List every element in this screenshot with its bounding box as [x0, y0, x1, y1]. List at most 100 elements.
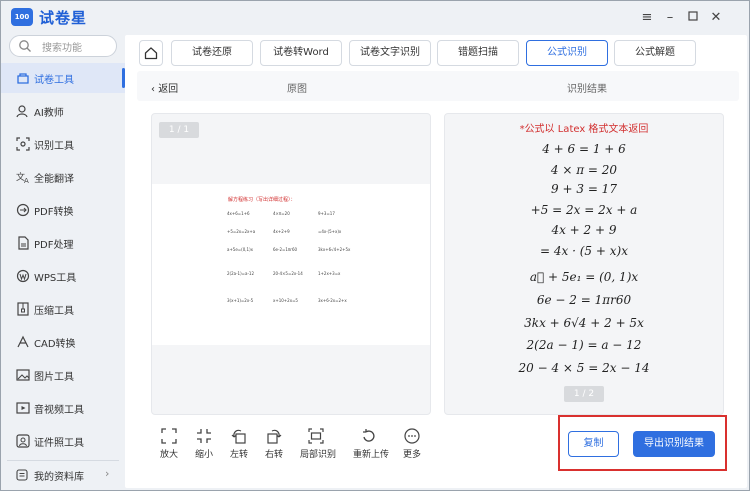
- document-equation: 9+3=17: [318, 211, 335, 216]
- minimize-window-icon[interactable]: –: [661, 9, 679, 27]
- document-equation: 1+2x+3=x: [318, 271, 341, 276]
- library-icon: [16, 469, 28, 481]
- search-placeholder: 搜索功能: [42, 43, 82, 54]
- sidebar-item-id-photo[interactable]: 证件照工具: [1, 426, 125, 456]
- sidebar-item-compress[interactable]: 压缩工具: [1, 294, 125, 324]
- close-window-icon[interactable]: ✕: [707, 9, 725, 27]
- back-button[interactable]: ‹ 返回: [151, 80, 178, 95]
- search-input[interactable]: 搜索功能: [9, 35, 117, 57]
- app-title: 试卷星: [39, 9, 88, 27]
- sidebar-item-label: 压缩工具: [34, 306, 74, 317]
- sidebar-item-label: AI教师: [34, 108, 64, 119]
- tab-formula-recognition[interactable]: 公式识别: [526, 40, 608, 66]
- search-icon: [19, 40, 31, 52]
- document-equation: +5=2x=2x+a: [227, 229, 256, 234]
- tool-label: 局部识别: [300, 450, 337, 460]
- sidebar-item-media[interactable]: 音视频工具: [1, 393, 125, 423]
- sidebar-item-label: PDF转换: [34, 207, 74, 218]
- wps-icon: [16, 269, 30, 283]
- reupload-button[interactable]: 重新上传: [353, 428, 389, 462]
- logo-text: 100: [14, 13, 30, 21]
- menu-icon[interactable]: ≡: [638, 9, 656, 27]
- tab-exam-text-recognition[interactable]: 试卷文字识别: [349, 40, 431, 66]
- app-window: 100 试卷星 ≡ – ✕ 搜索功能 试卷工具 AI教师 识别工具 文A 全能翻…: [0, 0, 750, 491]
- back-label: 返回: [158, 84, 179, 95]
- rotate-right-button[interactable]: 右转: [258, 428, 290, 462]
- translate-icon: 文A: [16, 171, 29, 184]
- sidebar-item-wps[interactable]: WPS工具: [1, 261, 125, 291]
- sidebar-item-label: 试卷工具: [34, 75, 74, 86]
- formula-item: 3kx + 6√4 + 2 + 5x: [524, 316, 644, 330]
- formula-item: 20 − 4 × 5 = 2x − 14: [518, 361, 650, 375]
- zoom-in-icon: [161, 428, 177, 444]
- formula-item: 4x + 2 + 9: [551, 223, 617, 237]
- more-icon: [404, 428, 420, 444]
- document-equation: 3x+6-2x=2+x: [318, 298, 347, 303]
- sidebar-item-label: 证件照工具: [34, 438, 84, 449]
- scan-icon: [16, 137, 30, 151]
- sidebar-divider: [7, 460, 119, 461]
- pdf-process-icon: [18, 236, 29, 250]
- formula-item: a⃗ + 5e₁ = (0, 1)x: [529, 270, 639, 284]
- recognition-result-label: 识别结果: [567, 84, 607, 95]
- formula-item: 6e − 2 = 1πr60: [536, 293, 632, 307]
- document-equation: 20-4×5=2x-14: [273, 271, 303, 276]
- document-equation: 3kx+6√4+2+5x: [318, 247, 351, 252]
- sidebar-item-exam-tools[interactable]: 试卷工具: [1, 63, 125, 93]
- sidebar-item-pdf-process[interactable]: PDF处理: [1, 228, 125, 258]
- more-button[interactable]: 更多: [396, 428, 428, 462]
- toolbox-icon: [17, 73, 29, 84]
- sidebar-item-recognition[interactable]: 识别工具: [1, 129, 125, 159]
- content-header: [137, 71, 739, 101]
- crop-icon: [308, 428, 324, 444]
- formula-item: 4 + 6 = 1 + 6: [542, 142, 626, 156]
- id-photo-icon: [16, 434, 30, 448]
- document-equation: 3(x+1)=2x-5: [227, 298, 254, 303]
- rotate-left-button[interactable]: 左转: [223, 428, 255, 462]
- original-image-label: 原图: [287, 84, 307, 95]
- library-label: 我的资料库: [34, 472, 84, 483]
- zoom-out-button[interactable]: 缩小: [188, 428, 220, 462]
- tool-label: 放大: [159, 450, 178, 460]
- title-bar: 100 试卷星 ≡ – ✕: [1, 1, 750, 35]
- sidebar-item-translate[interactable]: 文A 全能翻译: [1, 162, 125, 192]
- svg-text:A: A: [24, 177, 29, 184]
- rotate-right-icon: [267, 429, 282, 444]
- sidebar-item-cad[interactable]: CAD转换: [1, 327, 125, 357]
- rotate-left-icon: [231, 429, 246, 444]
- sidebar-item-ai-teacher[interactable]: AI教师: [1, 96, 125, 126]
- tool-label: 右转: [264, 450, 283, 460]
- sidebar-item-pdf-convert[interactable]: PDF转换: [1, 195, 125, 225]
- pdf-convert-icon: [16, 203, 30, 217]
- sidebar-my-library[interactable]: 我的资料库 ›: [1, 464, 125, 486]
- document-equation: 4x+6=1+6: [227, 211, 250, 216]
- latex-note: *公式以 Latex 格式文本返回: [519, 124, 649, 135]
- formula-item: = 4x · (5 + x)x: [540, 244, 628, 258]
- sidebar-item-label: PDF处理: [34, 240, 74, 251]
- original-page-indicator: 1 / 1: [159, 122, 199, 138]
- sidebar-item-label: 识别工具: [34, 141, 74, 152]
- document-equation: 6e-2=1πr60: [273, 247, 298, 252]
- cad-icon: [17, 335, 29, 348]
- sidebar-item-image[interactable]: 图片工具: [1, 360, 125, 390]
- tab-exam-restore[interactable]: 试卷还原: [171, 40, 253, 66]
- partial-recognition-button[interactable]: 局部识别: [300, 428, 337, 462]
- tab-wrong-question-scan[interactable]: 错题扫描: [437, 40, 519, 66]
- document-preview[interactable]: [152, 184, 430, 345]
- document-equation: x+10+2x=5: [273, 298, 298, 303]
- formula-item: 4 × π = 20: [550, 163, 618, 177]
- sidebar-item-label: 音视频工具: [34, 405, 84, 416]
- zoom-out-icon: [197, 429, 211, 443]
- document-equation: =4x·(5+x)x: [318, 229, 342, 234]
- export-results-button[interactable]: 导出识别结果: [633, 431, 715, 457]
- sidebar-item-label: 图片工具: [34, 372, 74, 383]
- home-icon: [144, 47, 158, 60]
- tab-formula-solve[interactable]: 公式解题: [614, 40, 696, 66]
- restore-window-icon[interactable]: [684, 9, 702, 27]
- media-icon: [16, 402, 30, 414]
- home-button[interactable]: [139, 40, 163, 66]
- copy-button[interactable]: 复制: [568, 431, 619, 457]
- tab-exam-to-word[interactable]: 试卷转Word: [260, 40, 342, 66]
- sidebar-item-label: CAD转换: [34, 339, 76, 350]
- zoom-in-button[interactable]: 放大: [153, 428, 185, 462]
